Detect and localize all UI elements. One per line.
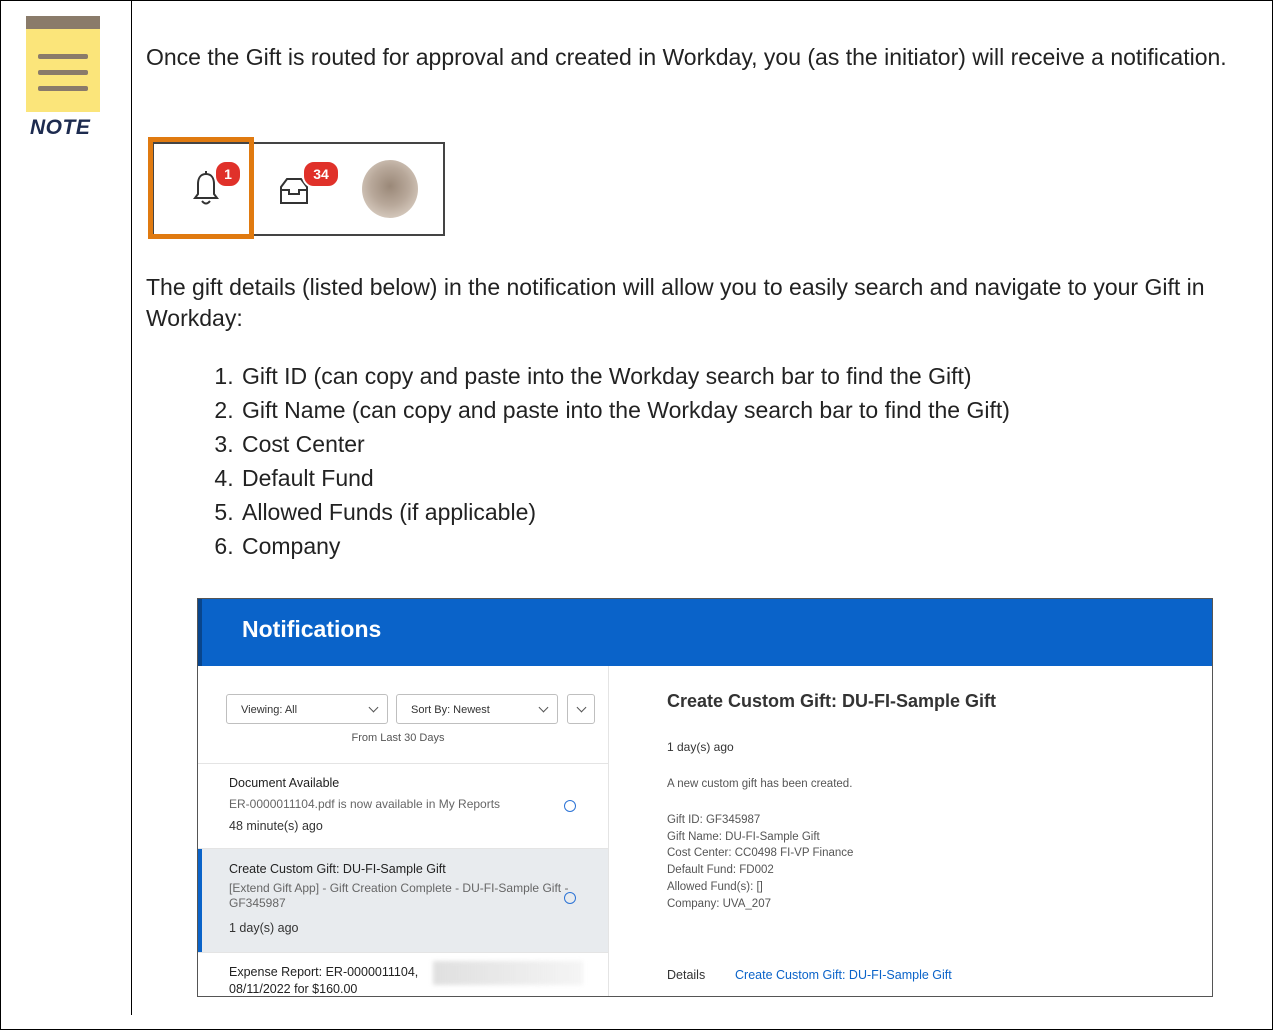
gift-details-list: Gift ID (can copy and paste into the Wor… xyxy=(190,359,1010,563)
detail-field: Gift ID: GF345987 xyxy=(667,814,761,826)
list-item[interactable]: Create Custom Gift: DU-FI-Sample Gift [E… xyxy=(198,848,608,952)
item-title: Expense Report: ER-0000011104, xyxy=(229,965,419,979)
column-divider xyxy=(131,0,132,1015)
viewing-select-value: Viewing: All xyxy=(241,704,298,716)
detail-field: Cost Center: CC0498 FI-VP Finance xyxy=(667,847,854,860)
item-title: Document Available xyxy=(229,776,340,790)
redacted-text xyxy=(433,961,583,985)
viewing-select[interactable]: Viewing: All xyxy=(226,694,388,724)
details-paragraph: The gift details (listed below) in the n… xyxy=(146,274,1205,331)
item-title-line2: 08/11/2022 for $160.00 xyxy=(229,982,358,996)
list-item: Allowed Funds (if applicable) xyxy=(240,495,1010,529)
details-label: Details xyxy=(667,968,706,982)
detail-field: Default Fund: FD002 xyxy=(667,864,774,877)
list-item: Default Fund xyxy=(240,461,1010,495)
notification-highlight-box xyxy=(148,137,254,239)
note-label: NOTE xyxy=(30,116,91,139)
list-item: Company xyxy=(240,529,1010,563)
notification-detail-pane: Create Custom Gift: DU-FI-Sample Gift 1 … xyxy=(609,666,1212,996)
more-options-button[interactable] xyxy=(567,694,595,724)
list-item[interactable]: Document Available ER-0000011104.pdf is … xyxy=(198,763,608,848)
item-text: ER-0000011104.pdf is now available in My… xyxy=(229,797,501,811)
item-time: 48 minute(s) ago xyxy=(229,819,323,833)
inbox-count-badge: 34 xyxy=(302,160,340,188)
list-item: Gift ID (can copy and paste into the Wor… xyxy=(240,359,1010,393)
detail-intro: A new custom gift has been created. xyxy=(667,778,853,790)
item-time: 1 day(s) ago xyxy=(229,921,299,935)
list-item: Gift Name (can copy and paste into the W… xyxy=(240,393,1010,427)
details-link[interactable]: Create Custom Gift: DU-FI-Sample Gift xyxy=(735,968,952,982)
unread-dot-icon[interactable] xyxy=(564,800,576,812)
detail-time: 1 day(s) ago xyxy=(667,740,734,754)
notifications-title: Notifications xyxy=(242,616,382,642)
detail-title: Create Custom Gift: DU-FI-Sample Gift xyxy=(667,691,997,711)
list-item: Cost Center xyxy=(240,427,1010,461)
list-item[interactable]: Expense Report: ER-0000011104, 08/11/202… xyxy=(198,952,608,996)
chevron-down-icon xyxy=(538,702,549,713)
sort-select[interactable]: Sort By: Newest xyxy=(396,694,558,724)
avatar[interactable] xyxy=(362,160,418,218)
intro-paragraph: Once the Gift is routed for approval and… xyxy=(146,44,1227,70)
detail-field: Gift Name: DU-FI-Sample Gift xyxy=(667,830,820,843)
date-range-label: From Last 30 Days xyxy=(351,732,445,744)
notifications-header: Notifications xyxy=(198,599,1212,666)
detail-fields: Gift ID: GF345987 Gift Name: DU-FI-Sampl… xyxy=(667,812,853,912)
sort-select-value: Sort By: Newest xyxy=(411,704,490,716)
detail-field: Allowed Fund(s): [] xyxy=(667,880,763,893)
chevron-down-icon xyxy=(368,702,379,713)
detail-field: Company: UVA_207 xyxy=(667,897,771,910)
item-text: [Extend Gift App] - Gift Creation Comple… xyxy=(229,881,569,910)
notifications-list-column: Viewing: All Sort By: Newest From Last 3… xyxy=(198,666,609,996)
unread-dot-icon[interactable] xyxy=(564,892,576,904)
notepad-icon: NOTE xyxy=(26,16,100,139)
chevron-down-icon xyxy=(576,702,587,713)
item-title: Create Custom Gift: DU-FI-Sample Gift xyxy=(229,862,446,876)
notifications-panel: Notifications Viewing: All Sort By: Newe… xyxy=(197,598,1213,997)
